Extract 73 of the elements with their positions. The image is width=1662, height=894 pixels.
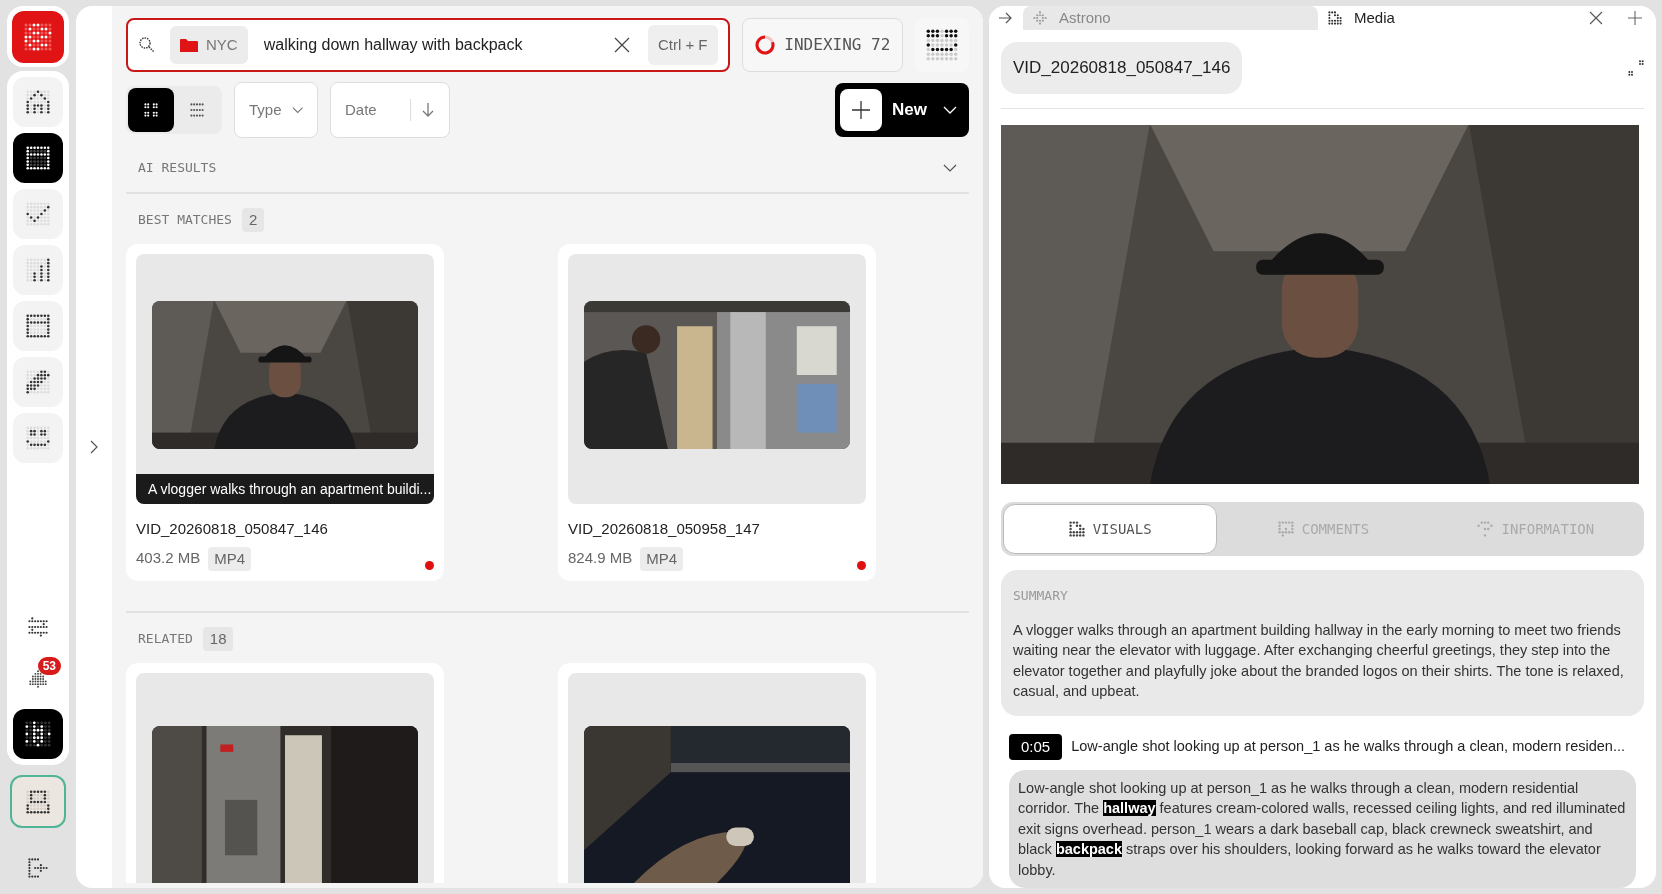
- timestamp-badge[interactable]: 0:05: [1009, 733, 1063, 760]
- document-icon: [1328, 11, 1342, 25]
- app-button[interactable]: [13, 708, 63, 759]
- collapse-icon[interactable]: [943, 163, 957, 172]
- sidebar-item[interactable]: [13, 133, 63, 184]
- logo-icon: [24, 22, 52, 51]
- folder-icon: [180, 37, 198, 53]
- section-heading: RELATED: [138, 629, 193, 648]
- chevron-down-icon: [291, 106, 303, 114]
- check-icon: [26, 202, 50, 227]
- summary-text: A vlogger walks through an apartment building hallway in the early morning to meet two friends waiting near the elevator with luggage. After exchanging cheerful greetings, they step into the elevator together and playfully joke about the branded logos on their shirts. The tone is relaxed, casual, and upbeat.: [1013, 620, 1625, 701]
- segment-title: Low-angle shot looking up at person_1 as he walks through a clean, modern residen...: [1071, 736, 1625, 756]
- file-name: VID_20260818_050847_146: [136, 519, 329, 539]
- sliders-icon: [28, 616, 48, 637]
- notification-count: 53: [37, 656, 61, 675]
- user-icon: [26, 789, 50, 814]
- type-filter[interactable]: Type: [234, 82, 318, 138]
- file-name: VID_20260818_050958_147: [568, 519, 761, 539]
- sidebar-item[interactable]: [13, 77, 63, 128]
- search-field[interactable]: NYC walking down hallway with backpack Ctrl + F: [126, 18, 730, 72]
- format-badge: MP4: [640, 546, 684, 571]
- image-icon: [1068, 521, 1085, 537]
- count-badge: 2: [241, 207, 265, 232]
- chart-icon: [26, 258, 50, 283]
- file-size: 403.2 MB: [136, 548, 201, 569]
- dots-icon: [25, 720, 51, 747]
- close-icon[interactable]: [1589, 11, 1603, 25]
- chevron-down-icon: [943, 106, 957, 114]
- indexing-status[interactable]: INDEXING 72: [741, 18, 904, 72]
- section-heading: SUMMARY: [1013, 587, 1069, 605]
- fullscreen-icon[interactable]: [1628, 60, 1644, 76]
- notifications-button[interactable]: 53: [13, 654, 63, 703]
- media-title: VID_20260818_050847_146: [1001, 42, 1243, 94]
- count-badge: 18: [202, 626, 234, 651]
- grid-icon: [144, 103, 158, 117]
- section-heading: BEST MATCHES: [138, 210, 232, 229]
- format-badge: MP4: [208, 546, 252, 571]
- list-icon: [190, 103, 204, 117]
- plus-icon: [1627, 11, 1642, 25]
- shortcut-hint: Ctrl + F: [647, 25, 718, 65]
- profile-button[interactable]: [10, 774, 66, 829]
- progress-ring-icon: [754, 34, 777, 56]
- pen-icon: [26, 370, 50, 395]
- new-button[interactable]: New: [835, 83, 969, 137]
- arrow-down-icon: [421, 102, 435, 118]
- arrow-right-icon: [999, 12, 1013, 24]
- board-icon: [26, 146, 50, 171]
- clear-icon[interactable]: [613, 37, 630, 53]
- grid-view-button[interactable]: [128, 88, 174, 132]
- sidebar-item[interactable]: [13, 357, 63, 408]
- expand-icon[interactable]: [89, 440, 99, 454]
- sidebar-item[interactable]: [13, 301, 63, 352]
- logout-icon: [28, 858, 48, 879]
- dot-grid-icon: [926, 29, 959, 61]
- crosshair-icon: [1033, 11, 1047, 25]
- file-size: 824.9 MB: [568, 548, 633, 569]
- logo-tile[interactable]: [7, 6, 69, 68]
- search-icon: [138, 36, 156, 54]
- date-sort[interactable]: Date: [330, 82, 450, 138]
- section-heading: AI RESULTS: [138, 159, 217, 177]
- detail-tab[interactable]: VISUALS: [1003, 504, 1218, 554]
- segment-description: Low-angle shot looking up at person_1 as he walks through a clean, modern residential corridor. The hallway features cream-colored walls, recessed ceiling lights, and red illuminated exit signs overhead. person_1 wears a dark baseball cap, black crewneck sweatshirt, and black backpack straps over his shoulders, looking forward as he walks toward the elevator lobby.: [1009, 769, 1636, 888]
- thumbnail-caption: A vlogger walks through an apartment buildi...: [136, 474, 434, 504]
- layout-icon: [26, 314, 50, 339]
- question-icon: [1477, 521, 1494, 537]
- bell-icon: [29, 669, 47, 688]
- media-card[interactable]: VID_20260818_050958_147 824.9 MB MP4: [558, 243, 876, 581]
- scope-chip[interactable]: NYC: [170, 26, 248, 64]
- media-card[interactable]: A vlogger walks through an apartment buildi... VID_20260818_050847_146 403.2 MB MP4: [126, 243, 444, 581]
- home-icon: [26, 90, 50, 115]
- face-icon: [26, 426, 50, 451]
- plus-icon: [840, 89, 882, 131]
- comment-icon: [1277, 521, 1294, 537]
